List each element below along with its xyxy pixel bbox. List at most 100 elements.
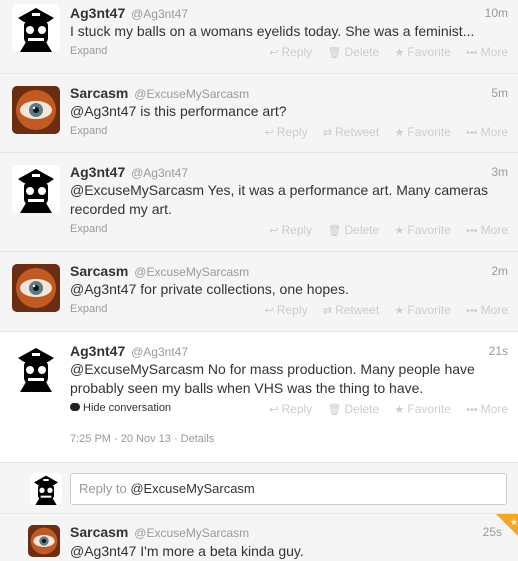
retweet-button[interactable]: ⇄ Retweet bbox=[323, 303, 379, 317]
favorite-button[interactable]: ★ Favorite bbox=[395, 125, 451, 139]
reply-avatar-ag3nt47 bbox=[30, 473, 62, 505]
tweet-4[interactable]: Sarcasm @ExcuseMySarcasm 2m @Ag3nt47 for… bbox=[0, 252, 518, 332]
avatar-ag3nt47[interactable] bbox=[12, 165, 60, 213]
favorite-label: Favorite bbox=[407, 402, 451, 416]
expand-link[interactable]: Expand bbox=[70, 45, 107, 57]
tweet-text: @ExcuseMySarcasm Yes, it was a performan… bbox=[70, 181, 508, 219]
reply-label: Reply bbox=[281, 223, 313, 237]
tweet-time[interactable]: 2m bbox=[491, 264, 508, 278]
retweet-label: Retweet bbox=[335, 125, 380, 139]
favorite-label: Favorite bbox=[407, 45, 451, 59]
expand-link[interactable]: Expand bbox=[70, 125, 107, 137]
tweet-time[interactable]: 10m bbox=[485, 6, 508, 20]
reply-icon: ↩ bbox=[264, 305, 274, 317]
reply-button[interactable]: ↩ Reply bbox=[265, 125, 308, 139]
author-handle[interactable]: @ExcuseMySarcasm bbox=[134, 526, 249, 540]
tweet-time[interactable]: 3m bbox=[491, 165, 508, 179]
more-icon: ••• bbox=[466, 225, 478, 237]
avatar-sarcasm[interactable] bbox=[12, 264, 60, 312]
reply-button[interactable]: ↩ Reply bbox=[269, 223, 312, 237]
retweet-button[interactable]: ⇄ Retweet bbox=[323, 125, 379, 139]
tweet-actions: ↩ Reply 🗑 Delete ★ Favorite ••• More bbox=[257, 402, 508, 416]
mention-link[interactable]: @Ag3nt47 bbox=[70, 281, 136, 297]
author-name[interactable]: Sarcasm bbox=[70, 263, 128, 279]
author-name[interactable]: Sarcasm bbox=[70, 524, 128, 540]
reply-input[interactable]: Reply to @ExcuseMySarcasm bbox=[70, 473, 507, 505]
mention-link[interactable]: @ExcuseMySarcasm bbox=[70, 182, 204, 198]
hide-conversation-link[interactable]: Hide conversation bbox=[70, 402, 171, 414]
tweet-actions: ↩ Reply 🗑 Delete ★ Favorite ••• More bbox=[257, 45, 508, 59]
svg-text:★: ★ bbox=[510, 518, 518, 528]
reply-label: Reply bbox=[276, 303, 308, 317]
expand-link[interactable]: Expand bbox=[70, 223, 107, 235]
mention-link[interactable]: @ExcuseMySarcasm bbox=[70, 361, 204, 377]
reply-button[interactable]: ↩ Reply bbox=[269, 402, 312, 416]
tweet-text: @Ag3nt47 for private collections, one ho… bbox=[70, 280, 508, 299]
author-name[interactable]: Ag3nt47 bbox=[70, 164, 125, 180]
tweet-text: I stuck my balls on a womans eyelids tod… bbox=[70, 22, 508, 41]
hide-conversation-label: Hide conversation bbox=[83, 402, 172, 414]
tweet-3[interactable]: Ag3nt47 @Ag3nt47 3m @ExcuseMySarcasm Yes… bbox=[0, 153, 518, 252]
delete-icon: 🗑 bbox=[327, 404, 342, 416]
delete-icon: 🗑 bbox=[327, 47, 342, 59]
reply-box: Reply to @ExcuseMySarcasm bbox=[0, 462, 518, 514]
tweet-6[interactable]: Sarcasm @ExcuseMySarcasm 25s @Ag3nt47 I'… bbox=[0, 514, 518, 561]
reply-icon: ↩ bbox=[269, 47, 279, 59]
favorite-button[interactable]: ★ Favorite bbox=[395, 303, 451, 317]
expand-link[interactable]: Expand bbox=[70, 303, 107, 315]
tweet-5-expanded[interactable]: Ag3nt47 @Ag3nt47 21s @ExcuseMySarcasm No… bbox=[0, 332, 518, 462]
retweet-icon: ⇄ bbox=[322, 127, 333, 139]
reply-label: Reply bbox=[276, 125, 308, 139]
favorite-icon: ★ bbox=[394, 47, 405, 59]
author-handle[interactable]: @ExcuseMySarcasm bbox=[134, 87, 249, 101]
tweet-time[interactable]: 21s bbox=[489, 344, 508, 358]
tweet-text: @ExcuseMySarcasm No for mass production.… bbox=[70, 360, 508, 398]
reply-button[interactable]: ↩ Reply bbox=[269, 45, 312, 59]
author-handle[interactable]: @Ag3nt47 bbox=[131, 166, 188, 180]
favorite-icon: ★ bbox=[394, 225, 405, 237]
more-button[interactable]: ••• More bbox=[466, 303, 508, 317]
avatar-ag3nt47[interactable] bbox=[12, 4, 60, 52]
author-name[interactable]: Sarcasm bbox=[70, 85, 128, 101]
reply-button[interactable]: ↩ Reply bbox=[265, 303, 308, 317]
author-handle[interactable]: @ExcuseMySarcasm bbox=[134, 265, 249, 279]
more-button[interactable]: ••• More bbox=[466, 125, 508, 139]
reply-icon: ↩ bbox=[269, 404, 279, 416]
tweet-text: @Ag3nt47 is this performance art? bbox=[70, 102, 508, 121]
author-name[interactable]: Ag3nt47 bbox=[70, 5, 125, 21]
more-icon: ••• bbox=[466, 47, 478, 59]
favorite-label: Favorite bbox=[407, 303, 451, 317]
more-button[interactable]: ••• More bbox=[466, 402, 508, 416]
tweet-time[interactable]: 5m bbox=[491, 86, 508, 100]
avatar-sarcasm[interactable] bbox=[28, 525, 60, 557]
tweet-2[interactable]: Sarcasm @ExcuseMySarcasm 5m @Ag3nt47 is … bbox=[0, 74, 518, 153]
more-icon: ••• bbox=[466, 305, 478, 317]
tweet-1[interactable]: Ag3nt47 @Ag3nt47 10m I stuck my balls on… bbox=[0, 0, 518, 74]
author-name[interactable]: Ag3nt47 bbox=[70, 343, 125, 359]
reply-placeholder: Reply to bbox=[79, 481, 131, 496]
favorited-star-icon: ★ bbox=[496, 514, 518, 536]
avatar-sarcasm[interactable] bbox=[12, 86, 60, 134]
tweet-text: @Ag3nt47 I'm more a beta kinda guy. bbox=[70, 542, 508, 561]
delete-button[interactable]: 🗑 Delete bbox=[328, 223, 380, 237]
avatar-ag3nt47[interactable] bbox=[12, 344, 60, 392]
tweet-actions: ↩ Reply 🗑 Delete ★ Favorite ••• More bbox=[257, 223, 508, 237]
favorite-icon: ★ bbox=[394, 127, 405, 139]
favorite-button[interactable]: ★ Favorite bbox=[395, 402, 451, 416]
reply-label: Reply bbox=[281, 45, 313, 59]
author-handle[interactable]: @Ag3nt47 bbox=[131, 7, 188, 21]
favorite-icon: ★ bbox=[394, 305, 405, 317]
more-button[interactable]: ••• More bbox=[466, 223, 508, 237]
tweet-timestamp-details[interactable]: 7:25 PM - 20 Nov 13 · Details bbox=[70, 433, 214, 445]
favorite-button[interactable]: ★ Favorite bbox=[395, 45, 451, 59]
mention-link[interactable]: @Ag3nt47 bbox=[70, 103, 136, 119]
delete-button[interactable]: 🗑 Delete bbox=[328, 402, 380, 416]
tweet-body: for private collections, one hopes. bbox=[136, 281, 349, 297]
delete-label: Delete bbox=[344, 45, 380, 59]
delete-button[interactable]: 🗑 Delete bbox=[328, 45, 380, 59]
author-handle[interactable]: @Ag3nt47 bbox=[131, 345, 188, 359]
favorite-button[interactable]: ★ Favorite bbox=[395, 223, 451, 237]
tweet-body: is this performance art? bbox=[136, 103, 287, 119]
mention-link[interactable]: @Ag3nt47 bbox=[70, 543, 136, 559]
more-button[interactable]: ••• More bbox=[466, 45, 508, 59]
